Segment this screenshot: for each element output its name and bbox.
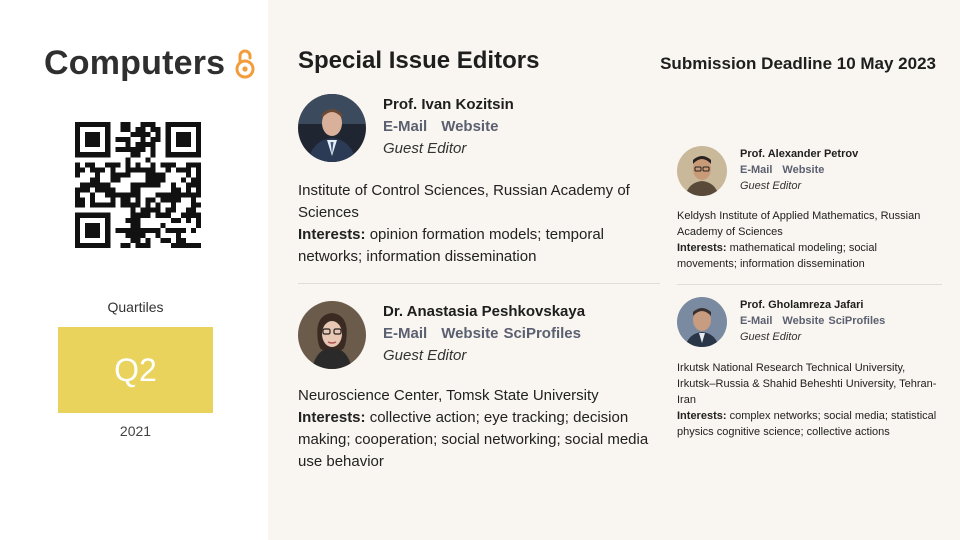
email-link[interactable]: E-Mail (383, 325, 427, 342)
qr-code[interactable] (75, 122, 201, 248)
editor-description: Neuroscience Center, Tomsk State Univers… (298, 385, 658, 473)
editor-interests: Interests: collective action; eye tracki… (298, 407, 658, 473)
email-link[interactable]: E-Mail (383, 118, 427, 135)
editor-links: E-Mail Website (383, 118, 498, 135)
editor-name: Prof. Ivan Kozitsin (383, 96, 514, 113)
editor-links: E-Mail Website SciProfiles (740, 315, 885, 327)
page-title: Special Issue Editors (298, 47, 540, 74)
editor-description: Keldysh Institute of Applied Mathematics… (677, 208, 939, 272)
editor-interests: Interests: mathematical modeling; social… (677, 240, 939, 272)
journal-logo[interactable]: Computers (44, 44, 255, 83)
divider (298, 283, 660, 284)
sciprofiles-link[interactable]: SciProfiles (503, 325, 581, 342)
website-link[interactable]: Website (782, 315, 824, 327)
quartiles-label: Quartiles (107, 299, 164, 315)
editor-name: Prof. Gholamreza Jafari (740, 299, 864, 311)
submission-deadline: Submission Deadline 10 May 2023 (660, 54, 936, 73)
editor-links: E-Mail Website (740, 164, 824, 176)
editor-description: Irkutsk National Research Technical Univ… (677, 360, 939, 440)
editor-role: Guest Editor (383, 347, 467, 364)
website-link[interactable]: Website (782, 164, 824, 176)
interests-label: Interests: (677, 242, 727, 254)
email-link[interactable]: E-Mail (740, 164, 772, 176)
interests-label: Interests: (298, 409, 366, 426)
quartile-value: Q2 (114, 351, 157, 388)
editor-role: Guest Editor (740, 331, 802, 343)
divider (677, 284, 942, 285)
interests-label: Interests: (298, 226, 366, 243)
sciprofiles-link[interactable]: SciProfiles (828, 315, 885, 327)
website-link[interactable]: Website (441, 325, 498, 342)
quartile-year: 2021 (119, 423, 152, 439)
editor-name: Dr. Anastasia Peshkovskaya (383, 303, 586, 320)
editor-avatar (677, 146, 727, 196)
website-link[interactable]: Website (441, 118, 498, 135)
editor-role: Guest Editor (383, 140, 467, 157)
editor-name: Prof. Alexander Petrov (740, 148, 859, 160)
editor-affiliation: Institute of Control Sciences, Russian A… (298, 182, 630, 221)
editor-avatar (298, 301, 366, 369)
editor-interests: Interests: opinion formation models; tem… (298, 224, 658, 268)
editor-affiliation: Irkutsk National Research Technical Univ… (677, 362, 937, 406)
editor-affiliation: Keldysh Institute of Applied Mathematics… (677, 210, 921, 238)
editor-description: Institute of Control Sciences, Russian A… (298, 180, 658, 268)
interests-label: Interests: (677, 410, 727, 422)
left-panel: Computers Quartiles Q2 2021 (0, 0, 268, 540)
journal-name: Computers (44, 44, 226, 82)
editor-links: E-Mail Website SciProfiles (383, 325, 581, 342)
editor-avatar (298, 94, 366, 162)
editor-affiliation: Neuroscience Center, Tomsk State Univers… (298, 387, 599, 404)
editor-avatar (677, 297, 727, 347)
quartile-badge: Q2 (58, 327, 213, 413)
open-access-icon (235, 48, 255, 80)
editor-interests: Interests: complex networks; social medi… (677, 408, 939, 440)
email-link[interactable]: E-Mail (740, 315, 772, 327)
editor-role: Guest Editor (740, 180, 802, 192)
